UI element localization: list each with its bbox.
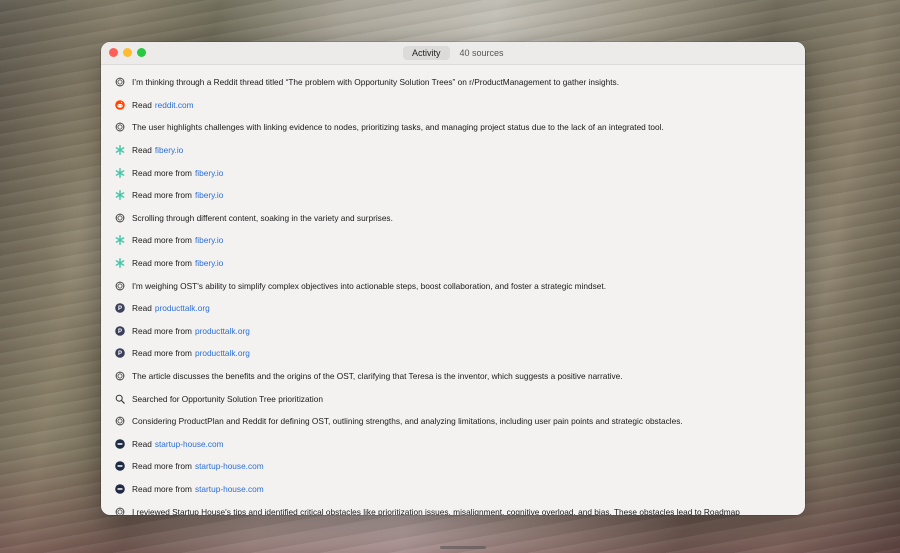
activity-text: Read more from xyxy=(132,348,192,359)
window-controls xyxy=(109,48,146,57)
activity-row: Read fibery.io xyxy=(115,139,805,162)
activity-row: P Read producttalk.org xyxy=(115,297,805,320)
activity-row: Read more from fibery.io xyxy=(115,184,805,207)
producttalk-icon: P xyxy=(115,303,125,314)
activity-window: Activity 40 sources I’m thinking through… xyxy=(101,42,805,515)
activity-text: Searched for Opportunity Solution Tree p… xyxy=(132,393,323,404)
thought-icon xyxy=(115,77,125,87)
source-link[interactable]: startup-house.com xyxy=(195,484,264,494)
producttalk-icon: P xyxy=(115,326,125,336)
fibery-icon xyxy=(115,258,125,268)
view-tabs: Activity 40 sources xyxy=(403,46,508,60)
tab-activity[interactable]: Activity xyxy=(403,46,450,60)
svg-text:P: P xyxy=(118,306,122,312)
source-link[interactable]: fibery.io xyxy=(195,258,223,268)
activity-row: The article discusses the benefits and t… xyxy=(115,365,805,388)
fibery-icon xyxy=(115,167,125,178)
activity-text: The article discusses the benefits and t… xyxy=(132,371,623,382)
reddit-icon xyxy=(115,100,125,110)
source-link[interactable]: producttalk.org xyxy=(195,348,250,358)
fibery-icon xyxy=(115,235,125,246)
startup-icon xyxy=(115,461,125,472)
svg-text:P: P xyxy=(118,329,122,335)
activity-row: Read more from fibery.io xyxy=(115,229,805,252)
activity-text: I reviewed Startup House's tips and iden… xyxy=(132,506,740,515)
tab-sources[interactable]: 40 sources xyxy=(456,46,508,60)
activity-row: P Read more from producttalk.org xyxy=(115,320,805,343)
zoom-window-button[interactable] xyxy=(137,48,146,57)
thought-icon xyxy=(115,213,125,223)
startup-icon xyxy=(115,438,125,449)
thought-icon xyxy=(115,416,125,426)
activity-row: I'm weighing OST's ability to simplify c… xyxy=(115,274,805,297)
activity-text: Read more from xyxy=(132,258,192,269)
thought-icon xyxy=(115,507,125,515)
source-link[interactable]: startup-house.com xyxy=(155,439,224,449)
activity-row: Scrolling through different content, soa… xyxy=(115,207,805,230)
activity-list: I’m thinking through a Reddit thread tit… xyxy=(101,65,805,515)
home-indicator xyxy=(440,546,486,549)
activity-row: I’m thinking through a Reddit thread tit… xyxy=(115,71,805,94)
source-link[interactable]: producttalk.org xyxy=(155,303,210,313)
activity-text: I’m thinking through a Reddit thread tit… xyxy=(132,77,620,88)
search-icon xyxy=(115,394,125,404)
activity-text: Read more from xyxy=(132,167,192,178)
activity-text: Considering ProductPlan and Reddit for d… xyxy=(132,416,683,427)
activity-text: Read more from xyxy=(132,190,192,201)
activity-text: Read more from xyxy=(132,325,192,336)
minimize-window-button[interactable] xyxy=(123,48,132,57)
activity-text: Read xyxy=(132,303,152,314)
activity-text: The user highlights challenges with link… xyxy=(132,122,664,133)
source-link[interactable]: producttalk.org xyxy=(195,326,250,336)
thought-icon xyxy=(115,122,125,132)
source-link[interactable]: startup-house.com xyxy=(195,461,264,471)
activity-text: Read more from xyxy=(132,235,192,246)
source-link[interactable]: fibery.io xyxy=(195,235,223,245)
source-link[interactable]: fibery.io xyxy=(195,190,223,200)
activity-text: Read xyxy=(132,99,152,110)
activity-text: Read more from xyxy=(132,483,192,494)
activity-text: Read more from xyxy=(132,461,192,472)
title-bar: Activity 40 sources xyxy=(101,42,805,65)
activity-row: Searched for Opportunity Solution Tree p… xyxy=(115,387,805,410)
svg-text:P: P xyxy=(118,352,122,358)
activity-row: Read more from fibery.io xyxy=(115,252,805,275)
close-window-button[interactable] xyxy=(109,48,118,57)
activity-row: Read reddit.com xyxy=(115,94,805,117)
startup-icon xyxy=(115,484,125,494)
activity-row: Considering ProductPlan and Reddit for d… xyxy=(115,410,805,433)
activity-text: Read xyxy=(132,438,152,449)
fibery-icon xyxy=(115,190,125,201)
source-link[interactable]: fibery.io xyxy=(195,168,223,178)
source-link[interactable]: fibery.io xyxy=(155,145,183,155)
activity-row: Read more from startup-house.com xyxy=(115,455,805,478)
activity-row: Read more from startup-house.com xyxy=(115,478,805,501)
activity-row: Read startup-house.com xyxy=(115,433,805,456)
activity-text: Read xyxy=(132,145,152,156)
fibery-icon xyxy=(115,145,125,156)
activity-text: Scrolling through different content, soa… xyxy=(132,212,393,223)
activity-text: I'm weighing OST's ability to simplify c… xyxy=(132,280,607,291)
thought-icon xyxy=(115,281,125,291)
activity-row: The user highlights challenges with link… xyxy=(115,116,805,139)
thought-icon xyxy=(115,371,125,381)
activity-row: Read more from fibery.io xyxy=(115,161,805,184)
activity-row: I reviewed Startup House's tips and iden… xyxy=(115,500,805,515)
activity-row: P Read more from producttalk.org xyxy=(115,342,805,365)
source-link[interactable]: reddit.com xyxy=(155,100,194,110)
producttalk-icon: P xyxy=(115,348,125,359)
